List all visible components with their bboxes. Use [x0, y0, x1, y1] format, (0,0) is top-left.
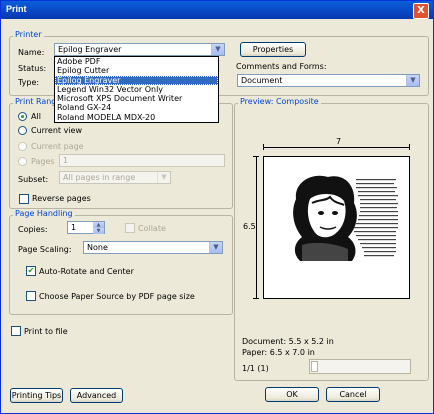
properties-button[interactable]: Properties: [240, 42, 306, 57]
title-bar[interactable]: Print X: [1, 1, 433, 19]
list-item[interactable]: Microsoft XPS Document Writer: [55, 94, 218, 103]
height-value: 6.5: [243, 222, 256, 231]
choose-paper-source-checkbox[interactable]: [26, 291, 36, 301]
list-item[interactable]: Epilog Cutter: [55, 66, 218, 75]
text-block: [354, 179, 398, 257]
page-handling-group-label: Page Handling: [13, 209, 75, 218]
printer-dropdown-list[interactable]: Adobe PDF Epilog Cutter Epilog Engraver …: [54, 56, 219, 124]
subset-value: All pages in range: [63, 173, 136, 182]
page-scaling-label: Page Scaling:: [18, 245, 72, 254]
pages-label: Pages: [31, 157, 55, 166]
print-to-file-checkbox[interactable]: [11, 326, 21, 336]
reverse-pages-label: Reverse pages: [32, 194, 91, 203]
current-page-radio[interactable]: [18, 142, 27, 151]
all-pages-label: All: [31, 112, 41, 121]
auto-rotate-checkbox[interactable]: ✔: [26, 266, 36, 276]
engraving-image: [293, 175, 398, 261]
copies-stepper[interactable]: 1 ▲ ▼: [67, 221, 105, 234]
pages-radio[interactable]: [18, 157, 27, 166]
printer-name-label: Name:: [18, 48, 45, 57]
print-preview: [263, 156, 410, 299]
cancel-button[interactable]: Cancel: [326, 387, 380, 402]
collate-checkbox[interactable]: [125, 223, 135, 233]
list-item[interactable]: Legend Win32 Vector Only: [55, 85, 218, 94]
comments-forms-label: Comments and Forms:: [236, 62, 327, 71]
current-page-label: Current page: [31, 142, 84, 151]
page-indicator: 1/1 (1): [242, 364, 269, 373]
list-item[interactable]: Roland GX-24: [55, 103, 218, 112]
printer-status-label: Status:: [18, 64, 47, 73]
print-to-file-label: Print to file: [24, 327, 68, 336]
slider-thumb[interactable]: [311, 361, 318, 372]
page-scaling-select[interactable]: None ▼: [83, 241, 223, 254]
print-dialog: Print X Printer Name: Epilog Engraver ▼ …: [0, 0, 434, 414]
comments-forms-value: Document: [241, 76, 283, 85]
printer-name-select[interactable]: Epilog Engraver ▼: [54, 43, 225, 56]
current-view-radio[interactable]: [18, 126, 27, 135]
width-value: 7: [334, 137, 344, 146]
page-slider[interactable]: [309, 359, 411, 374]
spin-down-icon[interactable]: ▼: [93, 228, 104, 234]
chevron-down-icon[interactable]: ▼: [406, 75, 419, 86]
close-icon[interactable]: X: [413, 3, 429, 19]
reverse-pages-checkbox[interactable]: [19, 194, 29, 204]
paper-size: Paper: 6.5 x 7.0 in: [242, 348, 315, 357]
copies-value: 1: [71, 223, 77, 232]
print-range-group-label: Print Rang: [13, 97, 59, 106]
collate-label: Collate: [138, 224, 166, 233]
window-title: Print: [6, 4, 27, 14]
pages-input[interactable]: 1: [59, 154, 225, 167]
printing-tips-button[interactable]: Printing Tips: [10, 388, 63, 403]
choose-paper-source-label: Choose Paper Source by PDF page size: [39, 292, 195, 301]
list-item[interactable]: Roland MODELA MDX-20: [55, 113, 218, 122]
chevron-down-icon[interactable]: ▼: [157, 172, 170, 183]
all-pages-radio[interactable]: [18, 112, 27, 121]
chevron-down-icon[interactable]: ▼: [209, 242, 222, 253]
advanced-button[interactable]: Advanced: [70, 388, 123, 403]
auto-rotate-label: Auto-Rotate and Center: [39, 267, 134, 276]
page-scaling-value: None: [87, 243, 108, 252]
list-item[interactable]: Epilog Engraver: [55, 75, 218, 85]
current-view-label: Current view: [31, 126, 83, 135]
preview-group-label: Preview: Composite: [238, 97, 321, 106]
ok-button[interactable]: OK: [265, 387, 319, 402]
comments-forms-select[interactable]: Document ▼: [237, 74, 420, 87]
copies-label: Copies:: [18, 225, 48, 234]
chevron-down-icon[interactable]: ▼: [211, 44, 224, 55]
subset-label: Subset:: [18, 175, 49, 184]
printer-group-label: Printer: [13, 30, 44, 39]
printer-type-label: Type:: [18, 78, 40, 87]
document-size: Document: 5.5 x 5.2 in: [242, 337, 334, 346]
list-item[interactable]: Adobe PDF: [55, 57, 218, 66]
subset-select[interactable]: All pages in range ▼: [59, 171, 171, 184]
printer-name-value: Epilog Engraver: [58, 45, 122, 54]
pages-input-value: 1: [63, 156, 69, 165]
